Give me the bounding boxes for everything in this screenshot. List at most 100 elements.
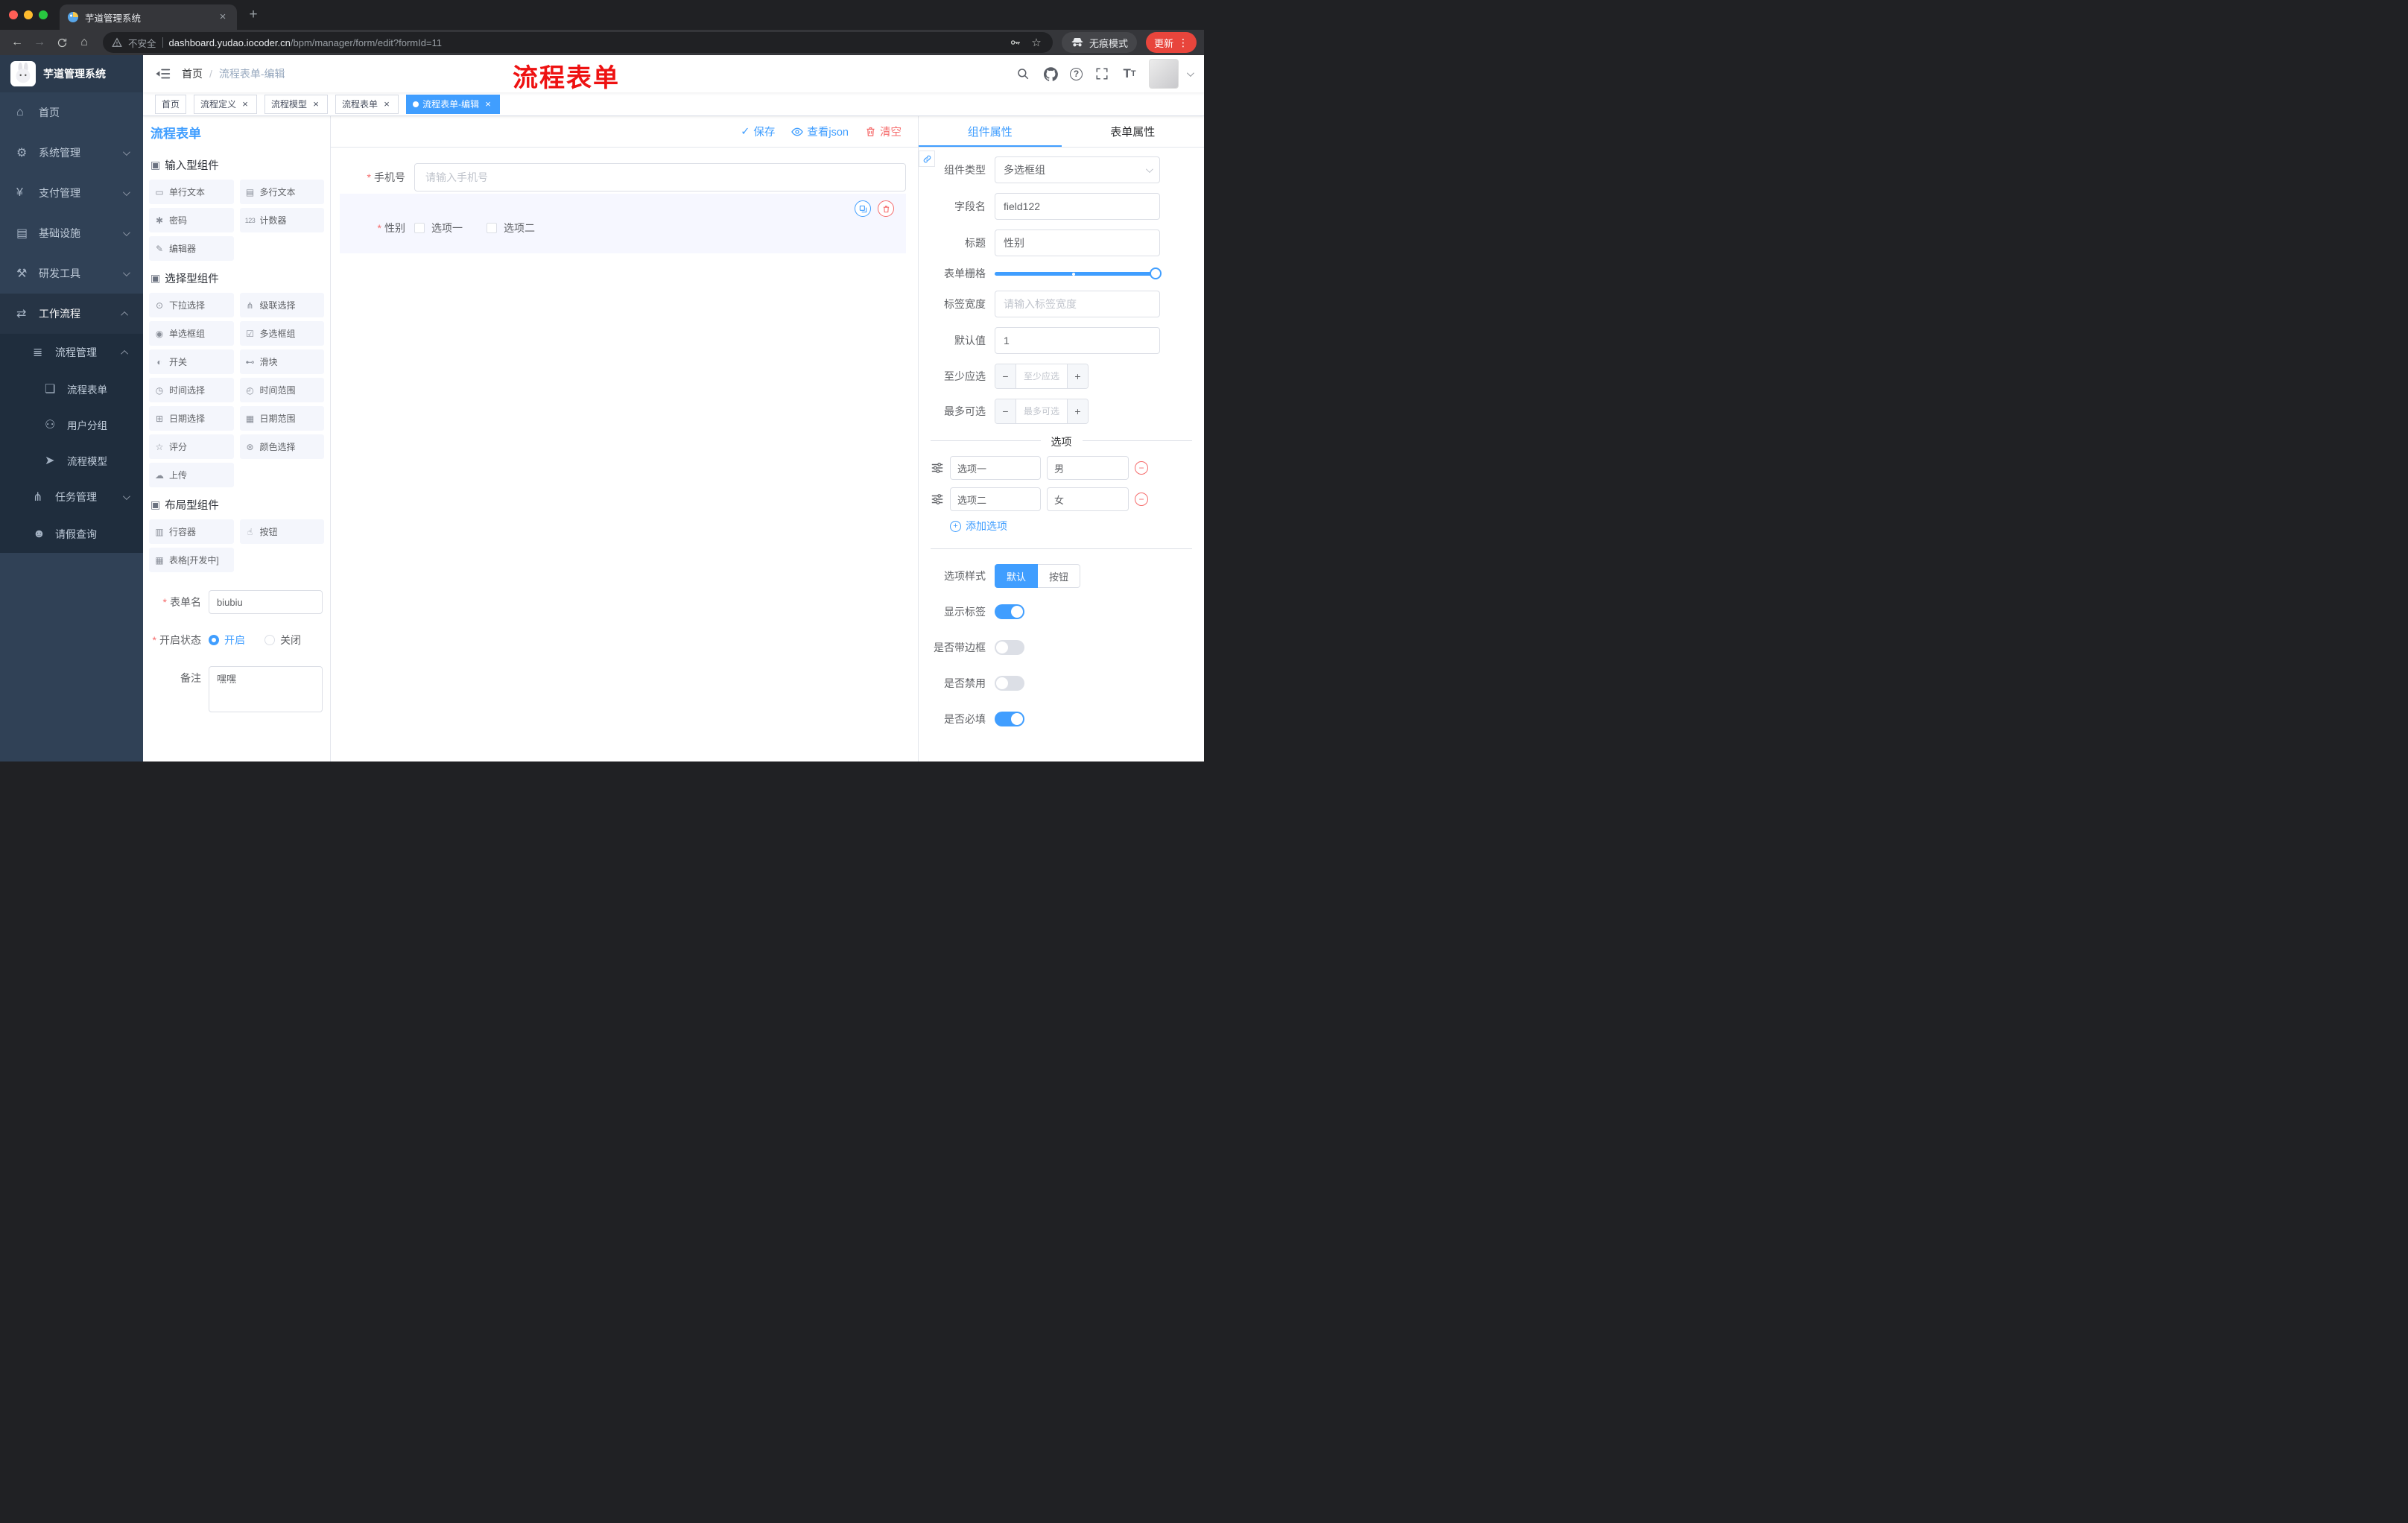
github-icon[interactable] [1042, 66, 1059, 82]
user-menu-caret-icon[interactable] [1186, 69, 1194, 77]
sidebar-item-system-management[interactable]: ⚙ 系统管理 [0, 133, 143, 173]
option-value-input[interactable] [1047, 456, 1129, 480]
default-value-input[interactable] [995, 327, 1160, 354]
tab-close-icon[interactable]: × [216, 10, 229, 24]
tag-process-form-edit[interactable]: 流程表单-编辑 × [406, 94, 501, 114]
decrease-button[interactable]: − [995, 399, 1016, 423]
help-icon[interactable]: ? [1070, 67, 1083, 80]
window-minimize-button[interactable] [24, 10, 33, 19]
hamburger-icon[interactable] [155, 66, 171, 82]
tag-close-icon[interactable]: × [311, 98, 321, 110]
field-name-input[interactable] [995, 193, 1160, 220]
with-border-switch[interactable] [995, 640, 1024, 655]
slider-handle[interactable] [1150, 267, 1162, 279]
save-button[interactable]: ✓ 保存 [741, 124, 775, 139]
palette-item-slider[interactable]: ⊷ 滑块 [239, 349, 324, 374]
forward-button[interactable]: → [30, 33, 49, 52]
palette-item-password[interactable]: ✱ 密码 [149, 208, 234, 232]
sidebar-item-process-form[interactable]: ❏ 流程表单 [0, 371, 143, 407]
title-input[interactable] [995, 229, 1160, 256]
decrease-button[interactable]: − [995, 364, 1016, 388]
window-close-button[interactable] [9, 10, 18, 19]
sidebar-item-dev-tools[interactable]: ⚒ 研发工具 [0, 253, 143, 294]
status-on-radio[interactable]: 开启 [209, 633, 245, 647]
delete-widget-button[interactable] [878, 200, 894, 217]
component-type-select[interactable]: 多选框组 [995, 156, 1160, 183]
reload-button[interactable] [52, 33, 72, 52]
sidebar-item-infrastructure[interactable]: ▤ 基础设施 [0, 213, 143, 253]
password-key-icon[interactable] [1008, 37, 1023, 48]
tag-process-definition[interactable]: 流程定义 × [194, 94, 258, 114]
palette-item-date-picker[interactable]: ⊞ 日期选择 [149, 406, 234, 431]
tab-component-props[interactable]: 组件属性 [919, 116, 1062, 147]
remove-option-button[interactable]: − [1135, 461, 1148, 475]
update-button[interactable]: 更新 ⋮ [1145, 32, 1197, 53]
palette-item-rate[interactable]: ☆ 评分 [149, 434, 234, 459]
palette-item-single-line-text[interactable]: ▭ 单行文本 [149, 180, 234, 204]
back-button[interactable]: ← [7, 33, 27, 52]
app-logo[interactable]: 芋道管理系统 [0, 55, 143, 92]
sidebar-item-workflow[interactable]: ⇄ 工作流程 [0, 294, 143, 334]
palette-item-time-range[interactable]: ◴ 时间范围 [239, 378, 324, 402]
search-icon[interactable] [1015, 66, 1031, 82]
view-json-button[interactable]: 查看json [791, 124, 849, 139]
max-select-input[interactable] [1016, 399, 1067, 423]
bookmark-star-icon[interactable]: ☆ [1029, 36, 1044, 49]
user-avatar[interactable] [1149, 59, 1179, 89]
tag-close-icon[interactable]: × [483, 98, 493, 110]
home-button[interactable]: ⌂ [75, 33, 94, 52]
min-select-input[interactable] [1016, 364, 1067, 388]
browser-menu-icon[interactable]: ⋮ [1178, 37, 1188, 49]
sidebar-item-task-management[interactable]: ⋔ 任务管理 [0, 478, 143, 516]
drag-handle-icon[interactable] [931, 493, 944, 506]
tab-form-props[interactable]: 表单属性 [1062, 116, 1205, 147]
gender-option-1-checkbox[interactable]: 选项一 [414, 221, 463, 235]
palette-item-row-container[interactable]: ▥ 行容器 [149, 519, 234, 544]
form-grid-slider[interactable] [995, 267, 1162, 279]
palette-item-checkbox-group[interactable]: ☑ 多选框组 [239, 321, 324, 346]
palette-item-switch[interactable]: ◐ 开关 [149, 349, 234, 374]
fullscreen-icon[interactable] [1094, 66, 1110, 82]
tag-close-icon[interactable]: × [240, 98, 250, 110]
sidebar-item-process-management[interactable]: ≣ 流程管理 [0, 334, 143, 371]
sidebar-item-payment-management[interactable]: ¥ 支付管理 [0, 173, 143, 213]
show-label-switch[interactable] [995, 604, 1024, 619]
tag-process-form[interactable]: 流程表单 × [335, 94, 399, 114]
drag-handle-icon[interactable] [931, 461, 944, 475]
address-bar[interactable]: 不安全 dashboard.yudao.iocoder.cn/bpm/manag… [103, 32, 1053, 53]
palette-item-button[interactable]: ☝ 按钮 [239, 519, 324, 544]
browser-tab[interactable]: 芋道管理系统 × [60, 4, 237, 30]
option-value-input[interactable] [1047, 487, 1129, 511]
new-tab-button[interactable]: + [243, 4, 264, 25]
form-name-input[interactable] [209, 590, 323, 614]
sidebar-item-home[interactable]: ⌂ 首页 [0, 92, 143, 133]
tag-process-model[interactable]: 流程模型 × [264, 94, 329, 114]
increase-button[interactable]: + [1067, 399, 1088, 423]
palette-item-date-range[interactable]: ▦ 日期范围 [239, 406, 324, 431]
palette-item-table[interactable]: ▦ 表格[开发中] [149, 548, 234, 572]
palette-item-textarea[interactable]: ▤ 多行文本 [239, 180, 324, 204]
option-label-input[interactable] [950, 456, 1041, 480]
option-style-button-button[interactable]: 按钮 [1038, 564, 1081, 588]
option-label-input[interactable] [950, 487, 1041, 511]
remove-option-button[interactable]: − [1135, 493, 1148, 506]
palette-item-editor[interactable]: ✎ 编辑器 [149, 236, 234, 261]
label-width-input[interactable] [995, 291, 1160, 317]
window-zoom-button[interactable] [39, 10, 48, 19]
increase-button[interactable]: + [1067, 364, 1088, 388]
copy-widget-button[interactable] [855, 200, 871, 217]
phone-input[interactable] [414, 163, 906, 191]
palette-item-counter[interactable]: 123 计数器 [239, 208, 324, 232]
tag-close-icon[interactable]: × [381, 98, 392, 110]
phone-field[interactable]: 手机号 [340, 162, 906, 192]
gender-field-selected[interactable]: 性别 选项一 选项二 [340, 194, 906, 253]
required-switch[interactable] [995, 712, 1024, 726]
doc-link-icon[interactable] [919, 151, 935, 167]
palette-item-time-picker[interactable]: ◷ 时间选择 [149, 378, 234, 402]
sidebar-item-user-group[interactable]: ⚇ 用户分组 [0, 407, 143, 443]
disabled-switch[interactable] [995, 676, 1024, 691]
breadcrumb-home[interactable]: 首页 [182, 66, 203, 81]
option-style-default-button[interactable]: 默认 [995, 564, 1039, 588]
palette-item-radio-group[interactable]: ◉ 单选框组 [149, 321, 234, 346]
palette-item-upload[interactable]: ☁ 上传 [149, 463, 234, 487]
